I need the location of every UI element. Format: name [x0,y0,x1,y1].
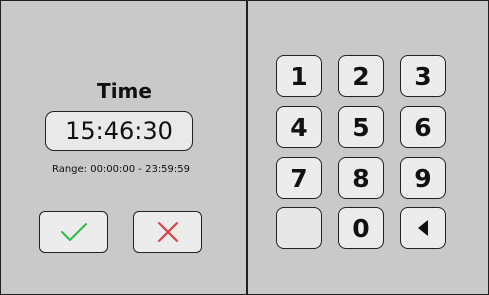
key-3[interactable]: 3 [400,55,446,97]
checkmark-icon [60,223,87,241]
time-range-label: Range: 00:00:00 - 23:59:59 [51,164,191,175]
cancel-button[interactable] [133,211,202,253]
key-8[interactable]: 8 [338,157,384,199]
key-7[interactable]: 7 [276,157,322,199]
x-icon [157,222,178,242]
left-triangle-icon [418,220,428,236]
backspace-button[interactable] [400,207,446,249]
time-panel: Time 15:46:30 Range: 00:00:00 - 23:59:59 [1,1,248,294]
time-input-field[interactable]: 15:46:30 [45,111,193,151]
key-5[interactable]: 5 [338,106,384,148]
key-4[interactable]: 4 [276,106,322,148]
key-2[interactable]: 2 [338,55,384,97]
key-0[interactable]: 0 [338,207,384,249]
keypad: 1 2 3 4 5 6 7 8 9 0 [250,1,488,294]
key-9[interactable]: 9 [400,157,446,199]
confirm-button[interactable] [39,211,108,253]
time-entry-dialog: Time 15:46:30 Range: 00:00:00 - 23:59:59… [0,0,489,295]
time-title: Time [97,79,152,103]
key-6[interactable]: 6 [400,106,446,148]
key-1[interactable]: 1 [276,55,322,97]
key-blank[interactable] [276,207,322,249]
